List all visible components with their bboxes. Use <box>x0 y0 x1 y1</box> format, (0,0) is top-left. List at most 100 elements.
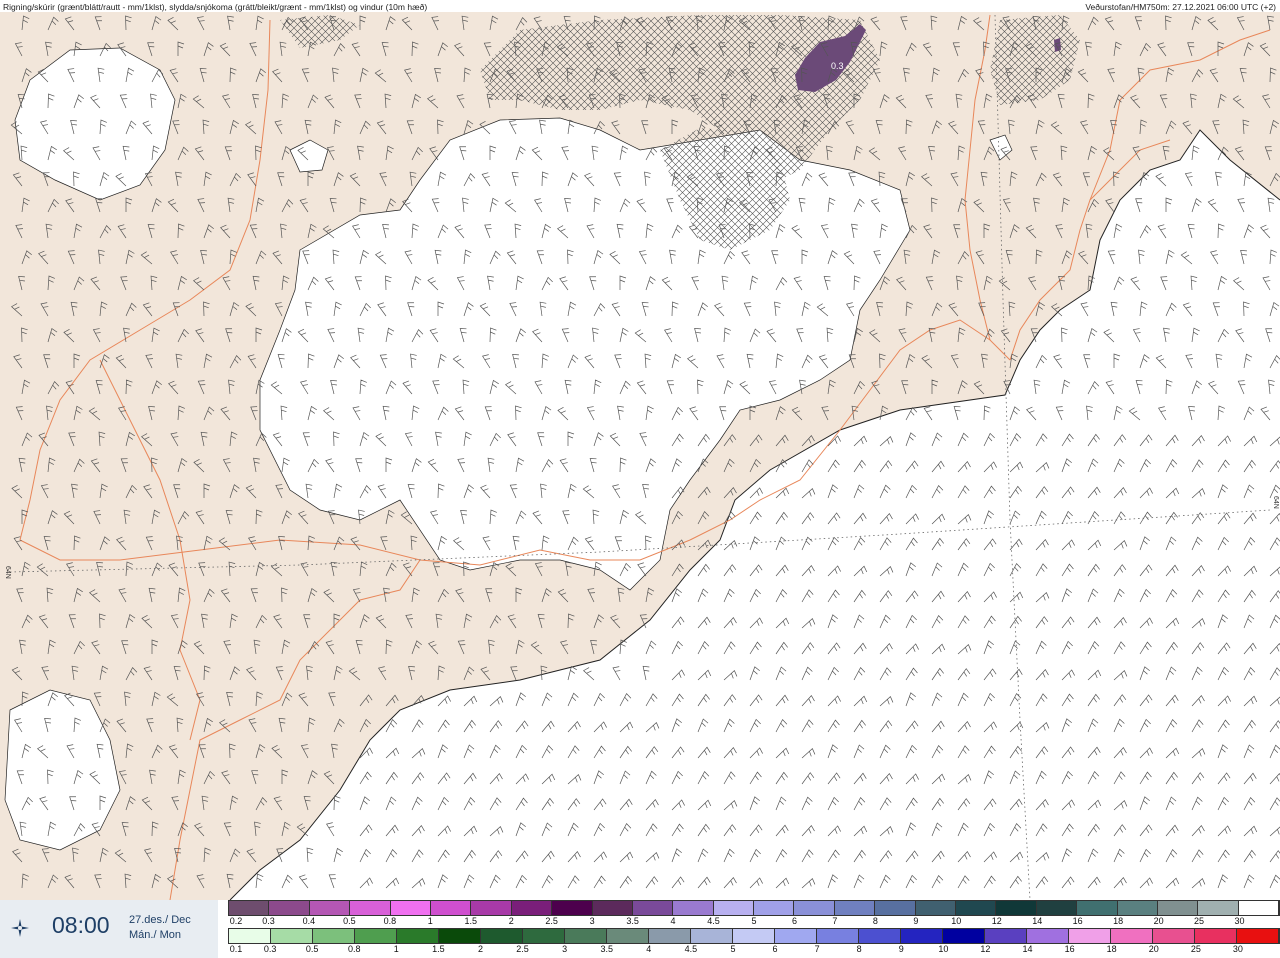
wind-barb <box>619 875 632 889</box>
wind-barb <box>827 536 839 551</box>
wind-barb <box>1191 565 1205 577</box>
wind-barb <box>1061 770 1073 785</box>
wind-barb <box>879 436 894 447</box>
legend-swatch <box>1237 929 1279 943</box>
legend-label: 2 <box>508 916 514 926</box>
wind-barb <box>1215 353 1223 369</box>
wind-barb <box>697 641 710 655</box>
wind-barb <box>671 718 682 733</box>
wind-barb <box>1035 486 1049 499</box>
wind-barb <box>385 849 398 863</box>
wind-barb <box>983 538 997 551</box>
legend-label: 8 <box>856 944 862 954</box>
wind-barb <box>567 665 577 681</box>
wind-barb <box>1217 614 1228 629</box>
wind-barb <box>1087 848 1099 863</box>
wind-barb <box>567 721 581 733</box>
wind-barb <box>1061 458 1072 473</box>
wind-barb <box>905 850 919 863</box>
wind-barb <box>723 641 736 655</box>
wind-barb <box>1132 328 1141 343</box>
wind-barb <box>953 406 961 421</box>
wind-barb <box>1061 876 1075 889</box>
wind-barb <box>697 876 711 889</box>
wind-barb <box>541 822 553 837</box>
wind-barb <box>1009 851 1024 863</box>
wind-barb <box>359 848 371 863</box>
wind-barb <box>853 744 865 759</box>
wind-barb <box>1217 435 1231 447</box>
wind-barb <box>1113 771 1126 785</box>
wind-barb <box>1243 772 1257 785</box>
wind-barb <box>957 774 972 785</box>
wind-barb <box>827 614 838 629</box>
legend-label: 4 <box>670 916 676 926</box>
wind-barb <box>515 720 529 733</box>
wind-barb <box>879 720 893 733</box>
wind-barb <box>1243 849 1256 863</box>
wind-barb <box>957 851 971 863</box>
legend-swatch <box>673 901 714 915</box>
wind-barb <box>957 514 972 525</box>
wind-barb <box>1035 746 1049 759</box>
wind-barb <box>1139 771 1152 785</box>
wind-barb <box>775 511 788 525</box>
wind-barb <box>1113 718 1125 733</box>
legend-label: 2.5 <box>516 944 529 954</box>
wind-barb <box>1165 589 1178 603</box>
wind-barb <box>853 849 866 863</box>
wind-barb <box>1061 510 1073 525</box>
wind-barb <box>1217 719 1230 733</box>
wind-barb <box>1182 302 1193 317</box>
legend-label: 3.5 <box>600 944 613 954</box>
legend-label: 0.3 <box>262 916 275 926</box>
legend-swatch <box>915 901 957 915</box>
wind-barb <box>1009 721 1024 733</box>
wind-barb <box>1243 642 1257 655</box>
wind-barb <box>1113 800 1128 811</box>
wind-barb <box>411 796 423 811</box>
wind-barb <box>1087 563 1100 577</box>
wind-barb <box>1130 276 1141 291</box>
wind-barb <box>645 876 659 889</box>
wind-barb <box>1087 641 1100 655</box>
wind-barb <box>1035 539 1049 551</box>
wind-barb <box>801 512 815 525</box>
wind-barb <box>853 667 866 681</box>
wind-barb <box>697 771 710 785</box>
wind-barb <box>1269 850 1280 863</box>
wind-barb <box>1243 459 1256 473</box>
wind-barb <box>541 745 554 759</box>
wind-barb <box>1009 406 1020 421</box>
wind-barb <box>1139 511 1152 525</box>
wind-barb <box>853 719 866 733</box>
wind-barb <box>905 537 918 551</box>
wind-barb <box>827 666 839 681</box>
wind-barb <box>1087 771 1100 785</box>
wind-barb <box>1061 669 1075 681</box>
wind-barb <box>1113 458 1125 473</box>
wind-barb <box>1191 512 1205 525</box>
legend-swatch <box>875 901 916 915</box>
legend-label: 0.1 <box>229 944 243 954</box>
legend-label: 9 <box>898 944 904 954</box>
wind-barb <box>1139 458 1151 473</box>
wind-barb <box>1035 616 1049 629</box>
wind-barb <box>1165 302 1177 317</box>
legend-label: 0.4 <box>302 916 316 926</box>
legend-swatch <box>523 929 565 943</box>
wind-barb <box>1061 693 1074 707</box>
wind-barb <box>905 692 916 707</box>
legend-swatch <box>733 929 775 943</box>
rain-scale-labels: 0.1 0.3 0.5 0.8 1 1.5 2 2.5 3 3.5 4 4.5 5 6 7 8 9 10 12 14 1… <box>228 944 1280 956</box>
wind-barb <box>1243 484 1255 499</box>
wind-barb <box>1009 693 1022 707</box>
legend-label: 10 <box>938 944 949 954</box>
wind-barb <box>957 668 971 681</box>
forecast-time: 08:00 <box>52 912 110 938</box>
wind-barb <box>1061 588 1072 603</box>
wind-barb <box>905 562 916 577</box>
wind-barb <box>723 694 737 707</box>
wind-barb <box>1165 379 1173 395</box>
legend-label: 4.5 <box>684 944 698 954</box>
